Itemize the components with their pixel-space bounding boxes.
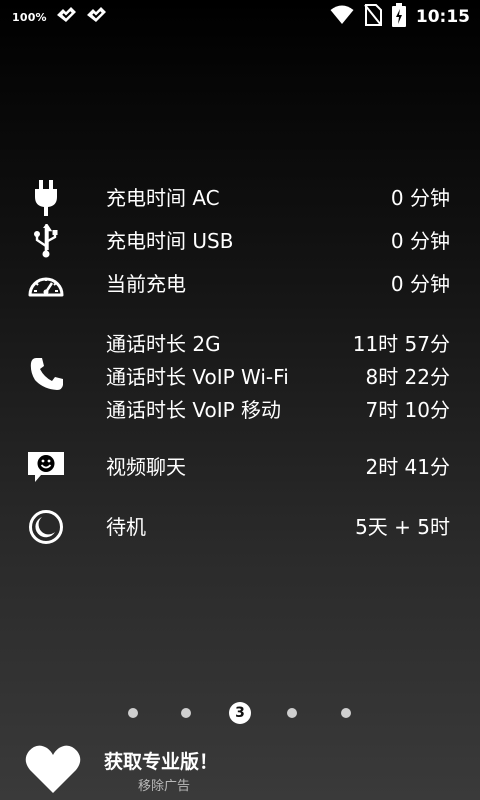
call-voip-mobile-label: 通话时长 VoIP 移动	[106, 398, 282, 422]
notification-icon	[55, 6, 77, 28]
page-indicator: 3	[0, 702, 480, 724]
battery-percent: 100%	[12, 10, 47, 24]
call-2g-label: 通话时长 2G	[106, 332, 221, 356]
call-2g-value: 11时 57分	[352, 332, 450, 356]
call-voip-wifi-label: 通话时长 VoIP Wi-Fi	[106, 365, 289, 389]
speedometer-icon	[27, 264, 65, 304]
current-charge-row: 当前充电 0 分钟	[0, 264, 480, 304]
heart-icon	[25, 744, 81, 794]
charge-usb-row: 充电时间 USB 0 分钟	[0, 221, 480, 261]
standby-row: 待机 5天 + 5时	[0, 507, 480, 547]
status-bar-right: 10:15	[330, 3, 470, 31]
plug-icon	[27, 178, 65, 218]
status-bar-left: 100%	[12, 6, 107, 28]
notification-icon	[85, 6, 107, 28]
battery-charging-icon	[391, 3, 406, 31]
charge-usb-value: 0 分钟	[390, 229, 450, 253]
page-dot[interactable]	[128, 708, 138, 718]
page-dot[interactable]	[287, 708, 297, 718]
charge-ac-row: 充电时间 AC 0 分钟	[0, 178, 480, 218]
call-voip-mobile-value: 7时 10分	[365, 398, 450, 422]
usb-icon	[27, 221, 65, 261]
moon-icon	[27, 507, 65, 547]
status-bar: 100% 10:15	[0, 0, 480, 34]
video-chat-icon	[27, 447, 65, 487]
call-voip-mobile-row: 通话时长 VoIP 移动 7时 10分	[0, 390, 480, 430]
standby-label: 待机	[106, 515, 146, 539]
video-chat-label: 视频聊天	[106, 455, 186, 479]
clock: 10:15	[415, 7, 470, 27]
standby-value: 5天 + 5时	[355, 515, 450, 539]
charge-ac-label: 充电时间 AC	[106, 186, 220, 210]
call-voip-wifi-value: 8时 22分	[365, 365, 450, 389]
current-charge-label: 当前充电	[106, 272, 186, 296]
no-sim-icon	[364, 4, 382, 30]
current-charge-value: 0 分钟	[390, 272, 450, 296]
charge-ac-value: 0 分钟	[390, 186, 450, 210]
wifi-icon	[330, 5, 354, 29]
page-dot[interactable]	[181, 708, 191, 718]
charge-usb-label: 充电时间 USB	[106, 229, 234, 253]
promo-title[interactable]: 获取专业版！	[104, 747, 218, 774]
page-dot[interactable]	[341, 708, 351, 718]
page-dot-current[interactable]: 3	[229, 702, 251, 724]
video-chat-value: 2时 41分	[365, 455, 450, 479]
promo-subtitle[interactable]: 移除广告	[138, 775, 190, 794]
upgrade-promo[interactable]: 获取专业版！ 移除广告	[0, 738, 480, 800]
video-chat-row: 视频聊天 2时 41分	[0, 447, 480, 487]
